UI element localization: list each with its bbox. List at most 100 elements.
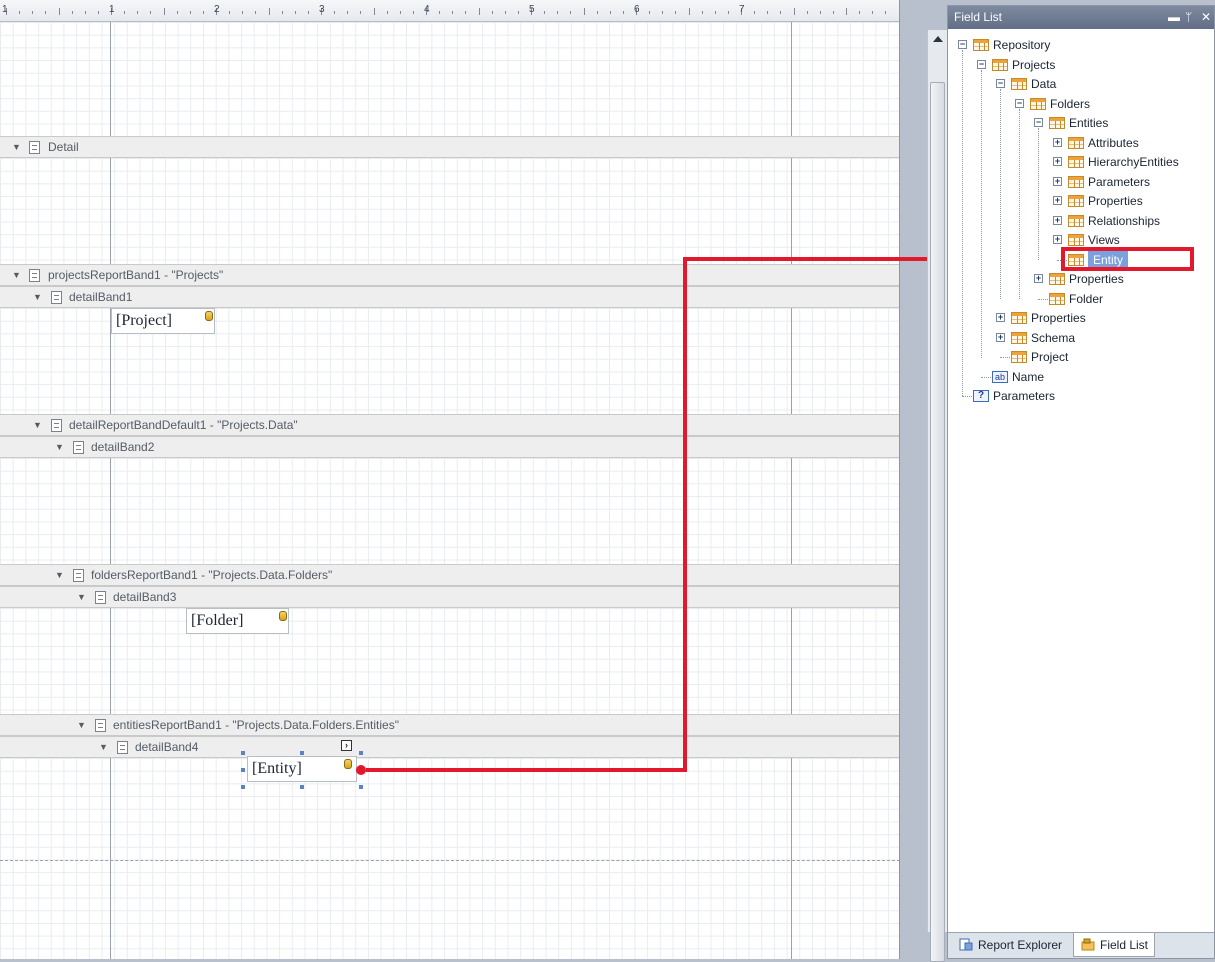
expand-icon[interactable]: + <box>1053 157 1062 166</box>
project-field-label[interactable]: [Project] <box>111 308 215 334</box>
detail-band3-area[interactable] <box>0 608 899 714</box>
ruler-number: 6 <box>634 4 640 15</box>
ruler-tick <box>59 8 60 15</box>
text-field-icon: ab <box>992 371 1008 383</box>
folder-field-label[interactable]: [Folder] <box>186 608 289 634</box>
scroll-thumb[interactable] <box>930 82 945 962</box>
ruler-tick <box>177 11 178 14</box>
resize-handle[interactable] <box>241 768 245 772</box>
resize-handle[interactable] <box>359 785 363 789</box>
band-header-detail-band1[interactable]: ▼ detailBand1 <box>0 286 899 308</box>
ruler-tick <box>164 8 165 15</box>
tree-node-hierarchyentities[interactable]: + HierarchyEntities <box>948 153 1214 171</box>
tree-node-data[interactable]: − Data <box>948 75 1214 93</box>
collapse-icon[interactable]: − <box>1034 118 1043 127</box>
right-margin-guide <box>791 22 792 959</box>
collapse-icon[interactable]: − <box>977 60 986 69</box>
collapse-triangle-icon[interactable]: ▼ <box>12 137 21 157</box>
expand-icon[interactable]: + <box>1053 235 1062 244</box>
tree-node-entities[interactable]: − Entities <box>948 114 1214 132</box>
designer-vertical-scrollbar[interactable] <box>927 30 947 962</box>
tree-node-properties[interactable]: + Properties <box>948 309 1214 327</box>
expand-icon[interactable]: + <box>1053 196 1062 205</box>
collapse-icon[interactable]: − <box>1015 99 1024 108</box>
expand-icon[interactable]: + <box>1053 138 1062 147</box>
tree-node-parameters[interactable]: + Parameters <box>948 173 1214 191</box>
band-header-detail-band4[interactable]: ▼ detailBand4 <box>0 736 899 758</box>
tree-connector <box>1000 89 1001 299</box>
resize-handle[interactable] <box>241 751 245 755</box>
collapse-triangle-icon[interactable]: ▼ <box>33 287 42 307</box>
tree-connector <box>962 50 963 396</box>
band-header-detail-band3[interactable]: ▼ detailBand3 <box>0 586 899 608</box>
band-header-projects-report-band[interactable]: ▼ projectsReportBand1 - "Projects" <box>0 264 899 286</box>
ruler-number: 3 <box>319 4 325 15</box>
report-explorer-icon <box>959 938 973 951</box>
tree-node-label: Schema <box>1031 331 1076 345</box>
page-header-area[interactable] <box>0 22 899 136</box>
band-header-entities-report-band[interactable]: ▼ entitiesReportBand1 - "Projects.Data.F… <box>0 714 899 736</box>
collapse-triangle-icon[interactable]: ▼ <box>55 437 64 457</box>
resize-handle[interactable] <box>241 785 245 789</box>
ruler-tick <box>597 11 598 14</box>
detail-band4-area[interactable] <box>0 758 899 959</box>
tree-node-schema[interactable]: + Schema <box>948 329 1214 347</box>
tree-node-projects[interactable]: − Projects <box>948 56 1214 74</box>
band-header-detail-report-band-default[interactable]: ▼ detailReportBandDefault1 - "Projects.D… <box>0 414 899 436</box>
collapse-triangle-icon[interactable]: ▼ <box>55 565 64 585</box>
tree-node-folder[interactable]: Folder <box>948 290 1214 308</box>
tab-field-list[interactable]: Field List <box>1073 933 1156 957</box>
band-header-folders-report-band[interactable]: ▼ foldersReportBand1 - "Projects.Data.Fo… <box>0 564 899 586</box>
band-header-detail-band2[interactable]: ▼ detailBand2 <box>0 436 899 458</box>
field-list-pane: Field List ▬ ᛘ ✕ − Repository − Projects − Da… <box>947 5 1215 959</box>
close-icon[interactable]: ✕ <box>1201 6 1211 29</box>
tree-node-label: Name <box>1012 370 1045 384</box>
tree-node-folders[interactable]: − Folders <box>948 95 1214 113</box>
tree-node-repository[interactable]: − Repository <box>948 36 1214 54</box>
entity-field-label[interactable]: [Entity] <box>247 756 357 782</box>
tree-node-name[interactable]: ab Name <box>948 368 1214 386</box>
detail-area[interactable] <box>0 158 899 264</box>
ruler-tick <box>728 11 729 14</box>
detail-band2-area[interactable] <box>0 458 899 564</box>
collapse-icon[interactable]: − <box>958 40 967 49</box>
tree-node-attributes[interactable]: + Attributes <box>948 134 1214 152</box>
expand-icon[interactable]: + <box>1053 216 1062 225</box>
pin-icon[interactable]: ᛘ <box>1185 6 1192 29</box>
expand-icon[interactable]: + <box>1034 274 1043 283</box>
scroll-up-arrow-icon[interactable] <box>933 36 943 42</box>
minimize-icon[interactable]: ▬ <box>1168 6 1180 29</box>
resize-handle[interactable] <box>359 751 363 755</box>
tree-node-project[interactable]: Project <box>948 348 1214 366</box>
collapse-triangle-icon[interactable]: ▼ <box>33 415 42 435</box>
tree-node-relationships[interactable]: + Relationships <box>948 212 1214 230</box>
tree-node-properties[interactable]: + Properties <box>948 192 1214 210</box>
resize-handle[interactable] <box>300 785 304 789</box>
ruler-tick <box>780 11 781 14</box>
collapse-triangle-icon[interactable]: ▼ <box>77 587 86 607</box>
collapse-icon[interactable]: − <box>996 79 1005 88</box>
design-canvas[interactable]: ▼ Detail ▼ projectsReportBand1 - "Projec… <box>0 22 899 959</box>
collapse-triangle-icon[interactable]: ▼ <box>99 737 108 757</box>
band-header-detail[interactable]: ▼ Detail <box>0 136 899 158</box>
report-designer-surface[interactable]: 1 1 2 3 4 5 6 7 ▼ Detail ▼ projectsReportBand1 … <box>0 0 900 959</box>
ruler-tick <box>505 11 506 14</box>
collapse-triangle-icon[interactable]: ▼ <box>12 265 21 285</box>
tree-node-properties[interactable]: + Properties <box>948 270 1214 288</box>
parameter-icon: ? <box>973 390 989 402</box>
resize-handle[interactable] <box>300 751 304 755</box>
ruler-tick <box>544 11 545 14</box>
tab-report-explorer[interactable]: Report Explorer <box>952 933 1068 957</box>
ruler-tick <box>190 11 191 14</box>
smart-tag-icon[interactable]: › <box>341 740 352 751</box>
tree-node-parameters[interactable]: ? Parameters <box>948 387 1214 405</box>
expand-icon[interactable]: + <box>996 333 1005 342</box>
expand-icon[interactable]: + <box>1053 177 1062 186</box>
field-tree[interactable]: − Repository − Projects − Data − Folders − Entiti… <box>948 36 1214 916</box>
expand-icon[interactable]: + <box>996 313 1005 322</box>
collapse-triangle-icon[interactable]: ▼ <box>77 715 86 735</box>
ruler-tick <box>492 11 493 14</box>
ruler-number: 5 <box>529 4 535 15</box>
ruler-tick <box>72 11 73 14</box>
tree-node-label: Repository <box>993 38 1051 52</box>
